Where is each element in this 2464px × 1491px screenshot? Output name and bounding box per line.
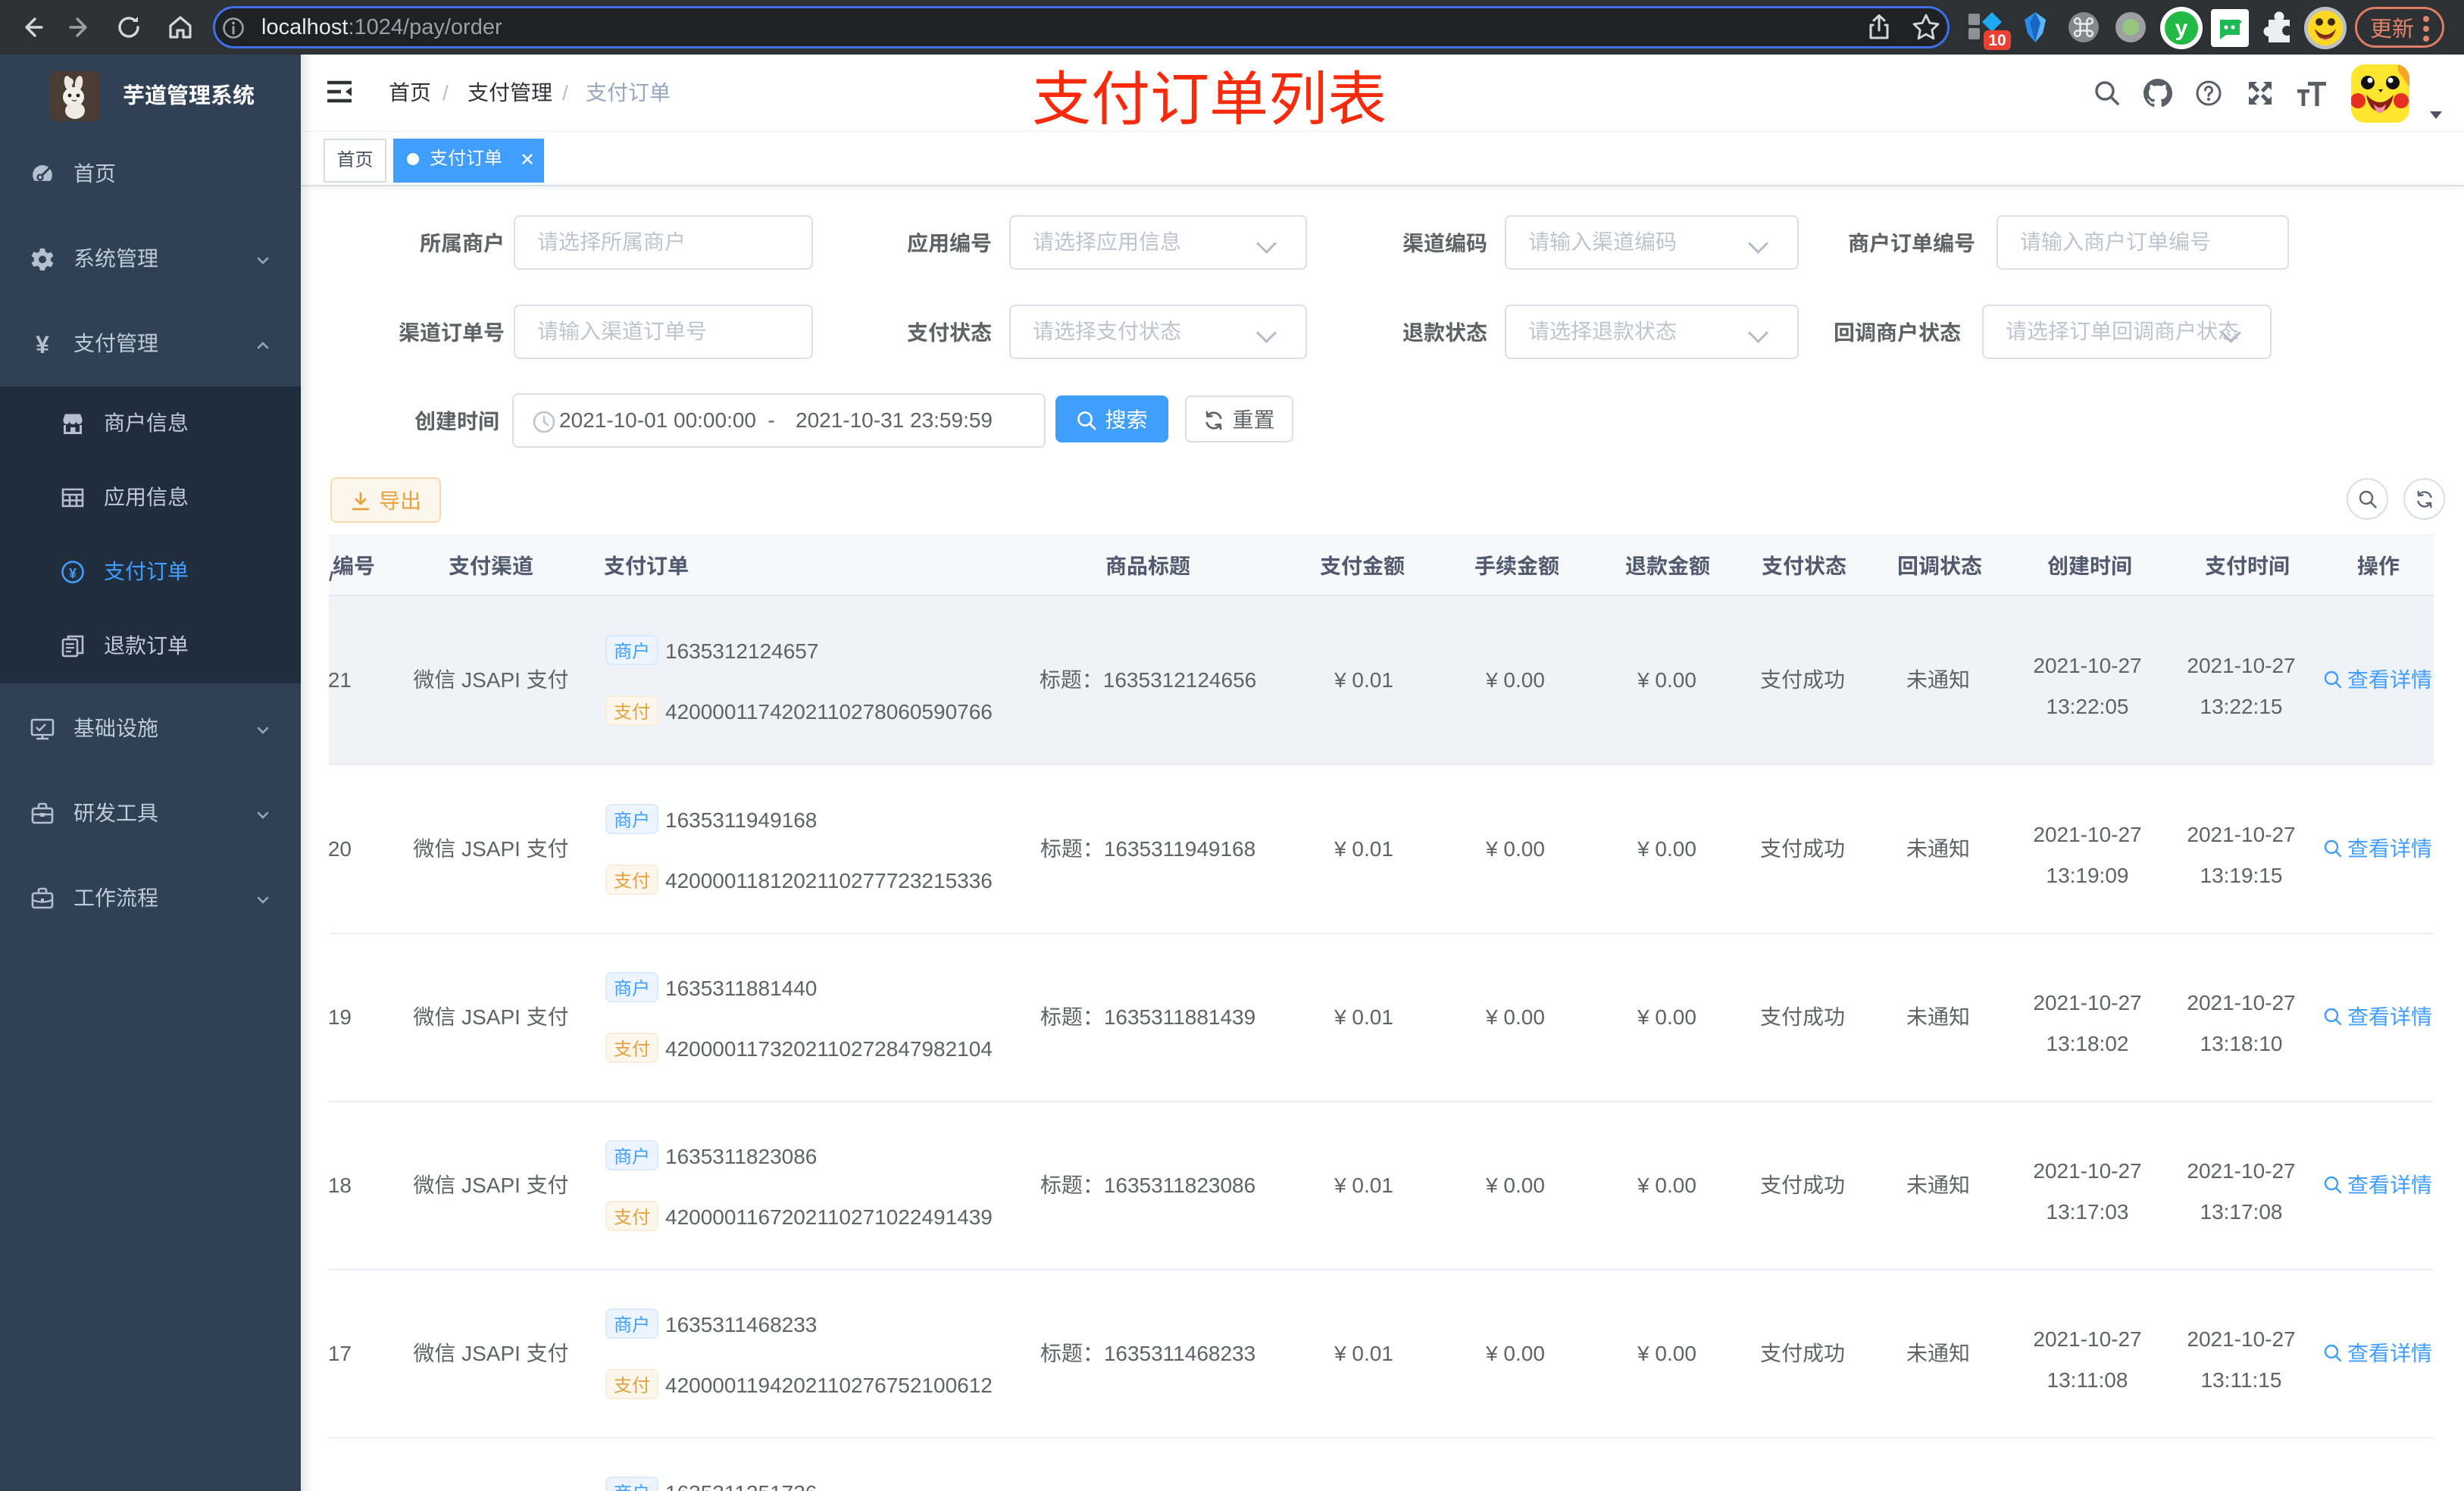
svg-text:y: y	[2175, 16, 2188, 41]
svg-text:¥: ¥	[36, 332, 49, 356]
svg-text:10: 10	[1988, 32, 2006, 49]
svg-text:¥: ¥	[69, 566, 77, 581]
